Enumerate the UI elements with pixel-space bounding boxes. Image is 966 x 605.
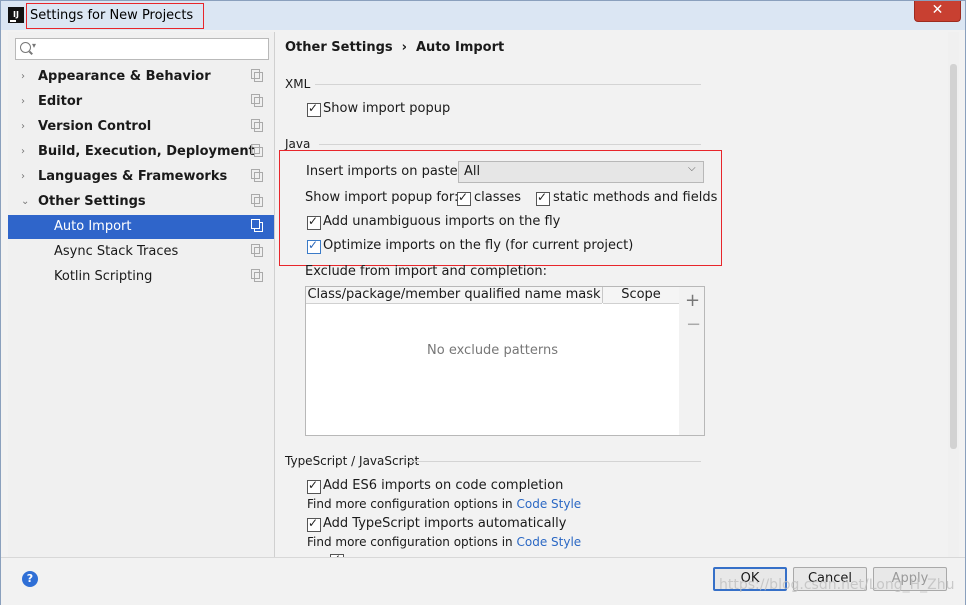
close-button[interactable]: ✕ <box>914 1 961 22</box>
sidebar-item-languages-frameworks[interactable]: › Languages & Frameworks <box>8 165 274 189</box>
expand-arrow-icon[interactable]: › <box>21 165 31 189</box>
sidebar-item-label: Languages & Frameworks <box>38 169 228 184</box>
project-scope-icon <box>251 269 263 282</box>
add-unambiguous-imports-checkbox[interactable] <box>307 214 321 230</box>
project-scope-icon <box>251 219 263 232</box>
dialog-footer: ? OK Cancel Apply https://blog.csdn.net/… <box>1 557 965 605</box>
breadcrumb: Other Settings › Auto Import <box>285 40 504 55</box>
sidebar-item-label: Kotlin Scripting <box>54 269 153 284</box>
exclude-table[interactable]: Class/package/member qualified name mask… <box>305 286 680 436</box>
config-hint-text: Find more configuration options in <box>307 535 517 549</box>
sidebar-item-label: Auto Import <box>54 219 132 234</box>
empty-table-message: No exclude patterns <box>427 343 558 358</box>
expand-arrow-icon[interactable]: › <box>21 140 31 164</box>
sidebar-item-async-stack-traces[interactable]: Async Stack Traces <box>8 240 274 264</box>
column-header-mask[interactable]: Class/package/member qualified name mask <box>306 287 602 304</box>
static-methods-label: static methods and fields <box>553 190 718 205</box>
search-options-chevron-icon[interactable]: ▾ <box>32 41 36 50</box>
es6-imports-label: Add ES6 imports on code completion <box>323 478 564 493</box>
code-style-link[interactable]: Code Style <box>516 497 581 511</box>
config-hint-text: Find more configuration options in <box>307 497 517 511</box>
config-hint: Find more configuration options in Code … <box>307 497 581 511</box>
window-title: Settings for New Projects <box>26 3 205 29</box>
insert-imports-select[interactable]: All ⌵ <box>458 161 704 183</box>
insert-imports-label: Insert imports on paste: <box>306 164 463 179</box>
watermark: https://blog.csdn.net/Long_H_Zhu <box>719 577 955 593</box>
search-input[interactable]: ▾ <box>15 38 269 60</box>
add-icon[interactable]: + <box>685 290 700 311</box>
insert-imports-value: All <box>464 164 481 179</box>
remove-icon[interactable]: − <box>686 314 701 335</box>
typescript-imports-label: Add TypeScript imports automatically <box>323 516 567 531</box>
intellij-app-icon: IJ <box>8 7 24 23</box>
settings-content: Other Settings › Auto Import XML Show impo… <box>275 32 959 566</box>
code-style-link[interactable]: Code Style <box>516 535 581 549</box>
sidebar-item-label: Editor <box>38 94 83 109</box>
project-scope-icon <box>251 194 263 207</box>
sidebar-item-label: Async Stack Traces <box>54 244 179 259</box>
show-import-popup-xml-checkbox[interactable] <box>307 101 321 117</box>
add-unambiguous-imports-label: Add unambiguous imports on the fly <box>323 214 561 229</box>
project-scope-icon <box>251 94 263 107</box>
sidebar-item-kotlin-scripting[interactable]: Kotlin Scripting <box>8 265 274 289</box>
sidebar-item-appearance-behavior[interactable]: › Appearance & Behavior <box>8 65 274 89</box>
collapse-arrow-icon[interactable]: ⌄ <box>21 190 31 214</box>
xml-section-title: XML <box>285 77 311 91</box>
es6-imports-checkbox[interactable] <box>307 478 321 494</box>
breadcrumb-current: Auto Import <box>416 40 505 55</box>
project-scope-icon <box>251 119 263 132</box>
settings-window: IJ Settings for New Projects ✕ ▾ › Appea… <box>0 0 966 605</box>
settings-sidebar: ▾ › Appearance & Behavior › Editor › Ver… <box>8 32 275 557</box>
typescript-imports-checkbox[interactable] <box>307 516 321 532</box>
project-scope-icon <box>251 169 263 182</box>
show-import-popup-for-label: Show import popup for: <box>305 190 459 205</box>
typescript-section-title: TypeScript / JavaScript <box>285 454 420 468</box>
java-section-title: Java <box>285 137 311 151</box>
static-methods-checkbox[interactable] <box>536 190 550 206</box>
optimize-imports-label: Optimize imports on the fly (for current… <box>323 238 634 253</box>
sidebar-item-editor[interactable]: › Editor <box>8 90 274 114</box>
chevron-down-icon: ⌵ <box>688 163 696 174</box>
column-header-scope[interactable]: Scope <box>603 287 679 304</box>
classes-label: classes <box>474 190 522 205</box>
search-icon <box>20 42 31 53</box>
project-scope-icon <box>251 69 263 82</box>
sidebar-item-auto-import[interactable]: Auto Import <box>8 215 274 239</box>
project-scope-icon <box>251 144 263 157</box>
project-scope-icon <box>251 244 263 257</box>
sidebar-item-version-control[interactable]: › Version Control <box>8 115 274 139</box>
sidebar-item-build-execution-deployment[interactable]: › Build, Execution, Deployment <box>8 140 274 164</box>
help-button[interactable]: ? <box>22 571 38 587</box>
section-divider <box>319 144 701 145</box>
config-hint: Find more configuration options in Code … <box>307 535 581 549</box>
sidebar-item-label: Build, Execution, Deployment <box>38 144 255 159</box>
sidebar-item-other-settings[interactable]: ⌄ Other Settings <box>8 190 274 214</box>
expand-arrow-icon[interactable]: › <box>21 115 31 139</box>
title-bar: IJ Settings for New Projects ✕ <box>1 1 965 30</box>
expand-arrow-icon[interactable]: › <box>21 65 31 89</box>
optimize-imports-checkbox[interactable] <box>307 238 321 254</box>
expand-arrow-icon[interactable]: › <box>21 90 31 114</box>
show-import-popup-xml-label: Show import popup <box>323 101 451 116</box>
section-divider <box>315 84 701 85</box>
sidebar-item-label: Other Settings <box>38 194 146 209</box>
table-toolbar: + − <box>679 286 705 436</box>
sidebar-item-label: Version Control <box>38 119 152 134</box>
scrollbar[interactable] <box>948 32 959 557</box>
scrollbar-thumb[interactable] <box>950 64 957 449</box>
classes-checkbox[interactable] <box>457 190 471 206</box>
breadcrumb-separator-icon: › <box>401 40 407 55</box>
breadcrumb-parent: Other Settings <box>285 40 393 55</box>
exclude-label: Exclude from import and completion: <box>305 264 547 279</box>
section-divider <box>407 461 701 462</box>
sidebar-item-label: Appearance & Behavior <box>38 69 211 84</box>
